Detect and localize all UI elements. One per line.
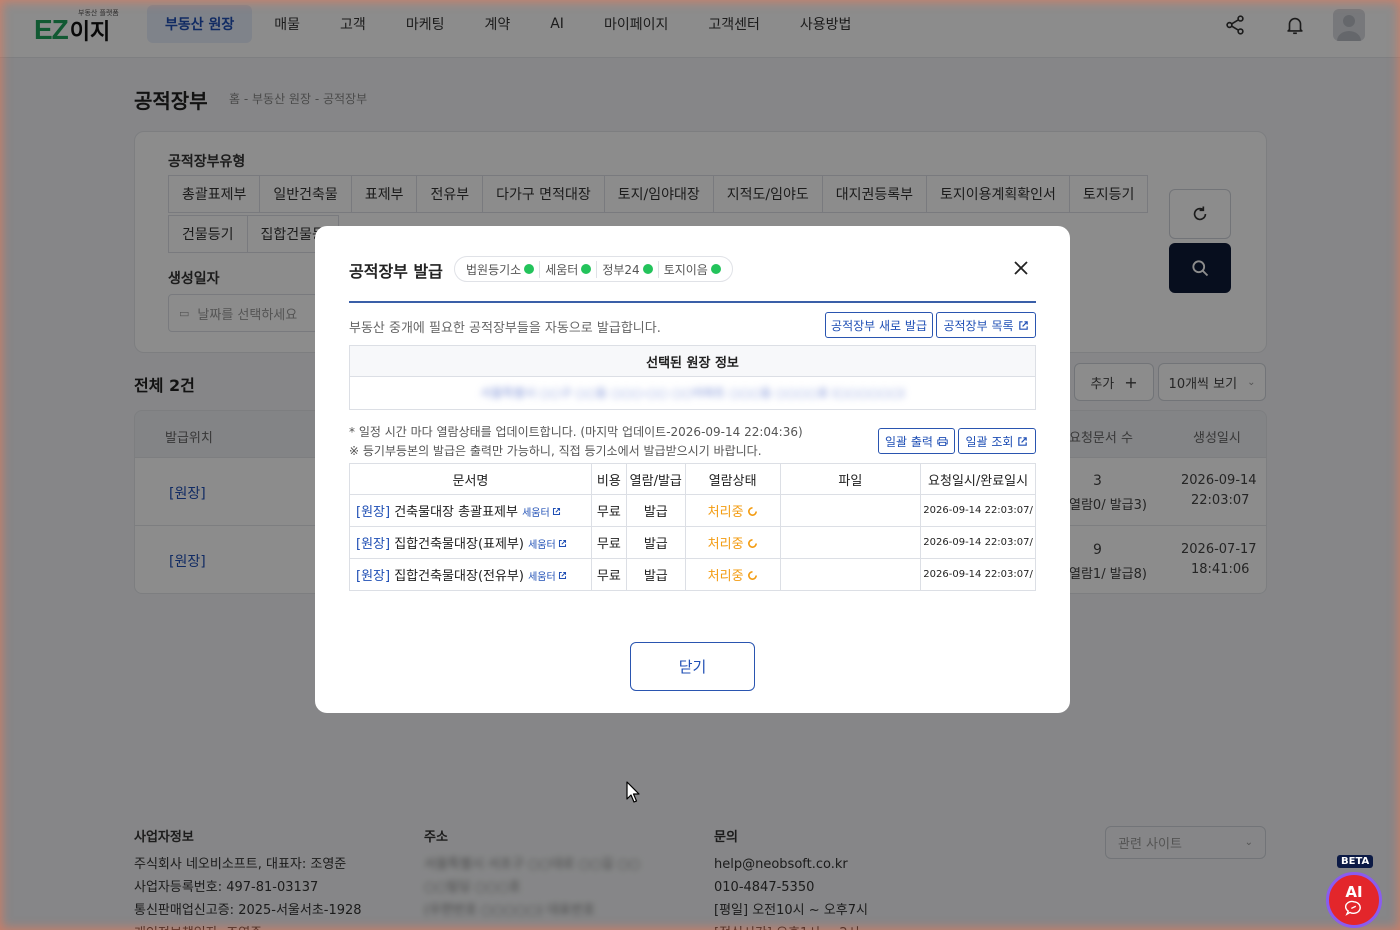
new-issue-label: 공적장부 새로 발급 [831, 318, 927, 333]
col-status: 열람상태 [684, 463, 781, 495]
document-table: 문서명 비용 열람/발급 열람상태 파일 요청일시/완료일시 [원장] 건축물대… [349, 463, 1036, 591]
service-name: 세움터 [545, 262, 579, 277]
col-view-issue: 열람/발급 [625, 463, 686, 495]
close-icon[interactable] [1011, 258, 1031, 278]
close-dialog-label: 닫기 [678, 658, 707, 676]
bulk-print-button[interactable]: 일괄 출력 [878, 428, 955, 454]
dialog-title: 공적장부 발급 [349, 262, 443, 281]
doc-cost: 무료 [590, 526, 627, 559]
status-dot-icon [524, 264, 535, 274]
doc-tag[interactable]: [원장] [356, 569, 390, 584]
spinner-icon [747, 539, 757, 548]
doc-name: 집합건축물대장(전유부) [394, 569, 524, 584]
doc-status: 처리중 [707, 537, 744, 552]
external-link-icon [1018, 436, 1028, 446]
table-header-row: 문서명 비용 열람/발급 열람상태 파일 요청일시/완료일시 [349, 463, 1036, 495]
selected-ledger-header: 선택된 원장 정보 [349, 345, 1036, 377]
doc-source: 세움터 [528, 572, 556, 583]
status-dot-icon [710, 264, 721, 274]
bulk-view-label: 일괄 조회 [965, 434, 1014, 449]
doc-source-link[interactable]: 세움터 [528, 571, 567, 583]
status-dot-icon [581, 264, 592, 274]
doc-file[interactable] [779, 558, 922, 591]
doc-tag[interactable]: [원장] [356, 537, 390, 552]
doc-source-link[interactable]: 세움터 [528, 539, 567, 551]
selected-ledger-info: 서울특별시 ○○구 ○○동 ○○○-○○ ○○아파트 ○○○동 ○○○○호 (○… [349, 376, 1036, 410]
col-requested-time: 요청일시/완료일시 [920, 463, 1036, 495]
bulk-view-button[interactable]: 일괄 조회 [958, 428, 1036, 454]
document-list-button[interactable]: 공적장부 목록 [936, 312, 1036, 338]
doc-name-cell: [원장] 집합건축물대장(표제부) 세움터 [349, 526, 592, 559]
spinner-icon [747, 571, 757, 580]
doc-tag[interactable]: [원장] [356, 505, 390, 520]
doc-source: 세움터 [528, 540, 556, 551]
doc-status: 처리중 [707, 505, 744, 520]
registry-note: ※ 등기부등본의 발급은 출력만 가능하니, 직접 등기소에서 발급받으시기 바… [349, 444, 762, 458]
external-link-icon [1018, 320, 1028, 330]
mouse-cursor-icon [626, 781, 640, 803]
doc-status-cell: 처리중 [684, 526, 781, 559]
col-cost: 비용 [590, 463, 627, 495]
doc-kind: 발급 [625, 558, 686, 591]
doc-kind: 발급 [625, 494, 686, 527]
external-link-icon [558, 571, 566, 580]
col-doc-name: 문서명 [349, 463, 592, 495]
service-status-list: 법원등기소 세움터 정부24 토지이음 [454, 256, 733, 282]
doc-time: 2026-09-14 22:03:07/ [920, 494, 1036, 527]
ai-chat-button[interactable]: AI [1326, 872, 1382, 928]
ai-label: AI [1345, 882, 1363, 901]
table-row: [원장] 집합건축물대장(전유부) 세움터 무료 발급 처리중 2026-09-14 2… [349, 558, 1036, 591]
service-status: 세움터 [540, 260, 598, 278]
status-dot-icon [642, 264, 653, 274]
service-status: 토지이음 [659, 261, 726, 278]
bulk-print-label: 일괄 출력 [885, 434, 933, 449]
doc-file[interactable] [779, 494, 922, 527]
table-row: [원장] 집합건축물대장(표제부) 세움터 무료 발급 처리중 2026-09-14 2… [349, 526, 1036, 559]
spinner-icon [747, 507, 757, 516]
doc-cost: 무료 [590, 494, 627, 527]
doc-name: 집합건축물대장(표제부) [394, 537, 524, 552]
close-dialog-button[interactable]: 닫기 [630, 642, 755, 691]
service-name: 법원등기소 [466, 262, 522, 277]
doc-name: 건축물대장 총괄표제부 [394, 505, 518, 520]
beta-badge: BETA [1337, 855, 1374, 868]
doc-name-cell: [원장] 집합건축물대장(전유부) 세움터 [349, 558, 592, 591]
document-list-label: 공적장부 목록 [943, 318, 1014, 333]
col-file: 파일 [779, 463, 922, 495]
issue-dialog: 공적장부 발급 법원등기소 세움터 정부24 토지이음 부동산 중개에 필요한 … [315, 226, 1070, 713]
service-status: 정부24 [597, 260, 659, 278]
doc-time: 2026-09-14 22:03:07/ [920, 558, 1036, 591]
new-issue-button[interactable]: 공적장부 새로 발급 [825, 312, 933, 338]
doc-cost: 무료 [590, 558, 627, 591]
update-note: * 일정 시간 마다 열람상태를 업데이트합니다. (마지막 업데이트-2026… [349, 425, 803, 439]
selected-ledger-value: 서울특별시 ○○구 ○○동 ○○○-○○ ○○아파트 ○○○동 ○○○○호 (○… [480, 386, 905, 400]
doc-kind: 발급 [625, 526, 686, 559]
external-link-icon [552, 507, 560, 516]
printer-icon [937, 436, 948, 446]
table-row: [원장] 건축물대장 총괄표제부 세움터 무료 발급 처리중 2026-09-14 22… [349, 494, 1036, 527]
external-link-icon [558, 539, 566, 548]
service-name: 토지이음 [663, 262, 708, 277]
chat-bubble-icon [1345, 900, 1361, 916]
doc-source: 세움터 [522, 508, 550, 519]
doc-status: 처리중 [707, 569, 744, 584]
doc-name-cell: [원장] 건축물대장 총괄표제부 세움터 [349, 494, 592, 527]
title-divider [349, 301, 1036, 303]
doc-source-link[interactable]: 세움터 [522, 507, 561, 519]
doc-status-cell: 처리중 [684, 558, 781, 591]
doc-file[interactable] [779, 526, 922, 559]
dialog-description: 부동산 중개에 필요한 공적장부들을 자동으로 발급합니다. [349, 321, 661, 336]
service-status: 법원등기소 [461, 260, 541, 278]
service-name: 정부24 [602, 262, 640, 277]
doc-time: 2026-09-14 22:03:07/ [920, 526, 1036, 559]
doc-status-cell: 처리중 [684, 494, 781, 527]
